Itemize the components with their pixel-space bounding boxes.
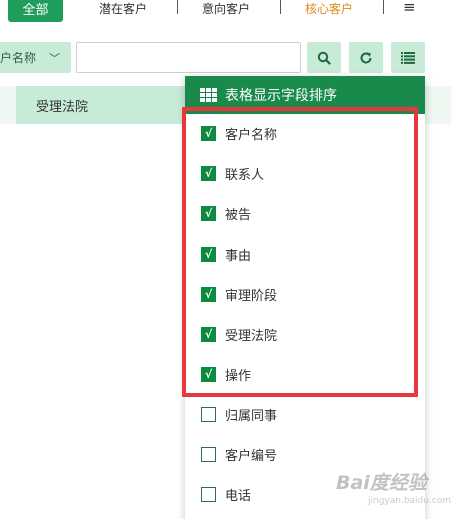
tab-divider xyxy=(383,0,384,14)
baidu-watermark: Bai度经验 jingyan.baidu.com xyxy=(322,466,451,516)
tab-intent-customers[interactable]: 意向客户 xyxy=(202,0,250,17)
checkbox-unchecked[interactable] xyxy=(201,446,216,462)
tab-potential-customers[interactable]: 潜在客户 xyxy=(99,0,147,17)
panel-title: 表格显示字段排序 xyxy=(225,88,337,104)
column-option[interactable]: 归属同事 xyxy=(201,404,277,424)
table-header-cell[interactable]: 受理法院 xyxy=(16,86,186,124)
hamburger-icon[interactable]: ≡ xyxy=(403,0,416,16)
grid-icon xyxy=(200,88,217,102)
watermark-text: Bai度经验 xyxy=(336,472,427,494)
search-icon xyxy=(317,51,331,65)
tab-core-customers[interactable]: 核心客户 xyxy=(305,0,353,17)
column-option[interactable]: 电话 xyxy=(201,484,251,504)
search-field-select[interactable]: 户名称 ﹀ xyxy=(0,42,71,73)
column-settings-button[interactable] xyxy=(391,42,425,73)
search-button[interactable] xyxy=(307,42,341,73)
customer-tab-bar: 全部 潜在客户 意向客户 核心客户 ≡ xyxy=(0,0,451,24)
column-option-label: 客户编号 xyxy=(225,448,278,464)
checkbox-unchecked[interactable] xyxy=(201,486,216,502)
highlight-box xyxy=(182,107,418,397)
tab-divider xyxy=(177,0,178,14)
refresh-icon xyxy=(360,52,372,64)
tab-all[interactable]: 全部 xyxy=(8,0,63,22)
column-option[interactable]: 客户编号 xyxy=(201,444,277,464)
chevron-down-icon: ﹀ xyxy=(49,52,60,65)
refresh-button[interactable] xyxy=(349,42,383,73)
tab-divider xyxy=(280,0,281,14)
column-option-label: 电话 xyxy=(225,488,252,504)
watermark-sub: jingyan.baidu.com xyxy=(368,496,451,506)
checkbox-unchecked[interactable] xyxy=(201,406,216,422)
columns-icon xyxy=(401,51,415,64)
search-field-value: 户名称 xyxy=(0,51,37,65)
search-input[interactable] xyxy=(76,42,301,73)
column-option-label: 归属同事 xyxy=(225,408,278,424)
